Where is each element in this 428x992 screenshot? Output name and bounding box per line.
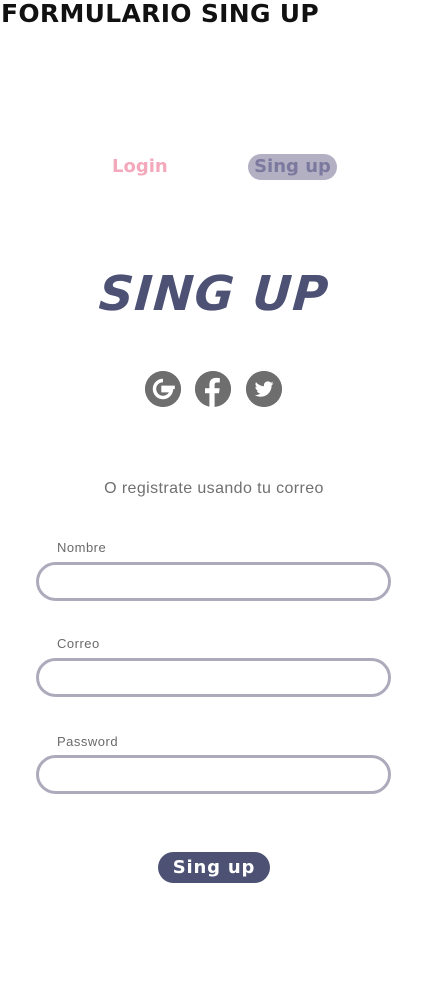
signup-button[interactable]: Sing up — [158, 852, 270, 883]
password-field[interactable] — [36, 755, 391, 794]
page-heading: FORMULARIO SING UP — [1, 0, 320, 28]
tab-login[interactable]: Login — [112, 156, 168, 178]
facebook-icon[interactable] — [195, 371, 231, 407]
form-title: SING UP — [97, 266, 331, 322]
google-icon[interactable] — [145, 371, 181, 407]
name-label: Nombre — [57, 540, 107, 555]
name-field[interactable] — [36, 562, 391, 601]
password-label: Password — [57, 734, 119, 749]
social-login-row — [0, 371, 428, 407]
subtitle: O registrate usando tu correo — [104, 480, 324, 497]
tab-signup[interactable]: Sing up — [248, 154, 337, 180]
email-field[interactable] — [36, 658, 391, 697]
email-label: Correo — [57, 636, 100, 651]
twitter-icon[interactable] — [246, 371, 282, 407]
